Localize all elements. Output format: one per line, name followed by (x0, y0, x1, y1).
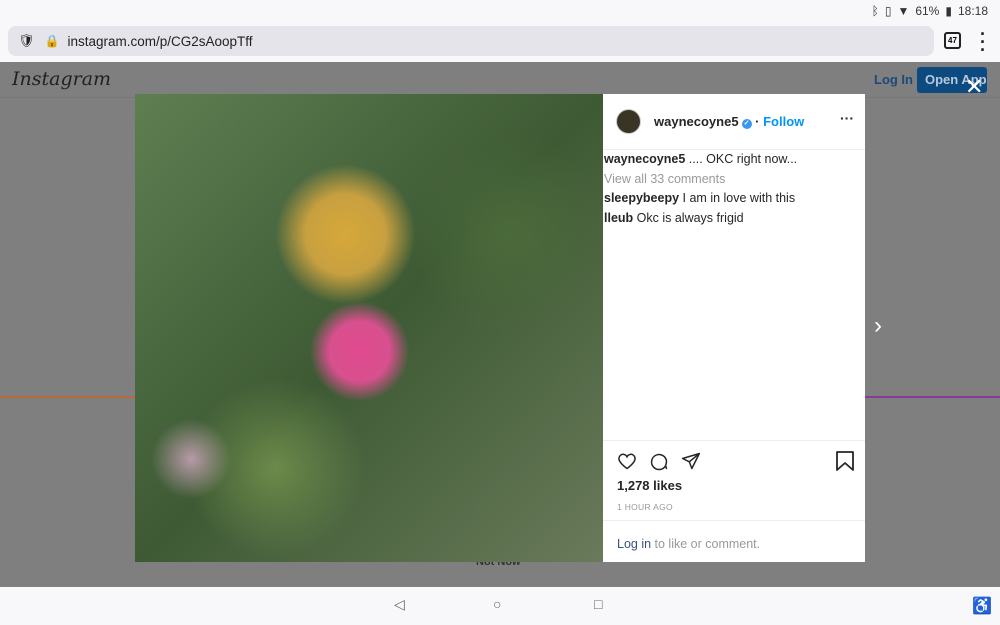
bookmark-icon[interactable] (836, 451, 854, 471)
comment-icon[interactable] (649, 451, 669, 471)
heart-icon[interactable] (617, 451, 637, 471)
instagram-logo[interactable]: Instagram (12, 68, 111, 90)
divider (865, 396, 1000, 398)
divider (0, 396, 135, 398)
back-icon[interactable]: ◁ (394, 596, 405, 613)
view-all-comments-link[interactable]: View all 33 comments (604, 170, 865, 190)
tab-count-button[interactable]: 47 (944, 32, 961, 49)
more-options-icon[interactable]: ··· (840, 110, 854, 126)
post-panel: waynecoyne5 ✓ · Follow ··· waynecoyne5 ..… (603, 94, 865, 562)
share-icon[interactable] (681, 451, 701, 471)
bluetooth-icon: ᛒ (871, 4, 879, 18)
accessibility-icon[interactable]: ♿ (972, 596, 992, 616)
comment: lleub Okc is always frigid (604, 210, 744, 225)
url-text[interactable]: instagram.com/p/CG2sAoopTff (67, 34, 252, 49)
like-count: 1,278 likes (617, 478, 683, 493)
address-bar[interactable]: 🛡 🔒 instagram.com/p/CG2sAoopTff (8, 26, 934, 56)
post-header: waynecoyne5 ✓ · Follow ··· (603, 94, 865, 150)
home-icon[interactable]: ○ (493, 596, 501, 612)
next-arrow-icon[interactable]: › (874, 312, 882, 340)
clock: 18:18 (957, 4, 988, 18)
caption: waynecoyne5 .... OKC right now... (604, 152, 798, 166)
follow-button[interactable]: Follow (763, 114, 804, 129)
post-photo (135, 94, 603, 562)
login-prompt: Log in to like or comment. (603, 520, 865, 567)
login-link[interactable]: Log in (617, 537, 651, 551)
lock-icon: 🔒 (44, 34, 60, 48)
wifi-icon: ▼ (897, 4, 910, 18)
battery-percent: 61% (915, 4, 940, 18)
android-nav-bar: ◁ ○ □ ♿ (0, 587, 1000, 625)
verified-icon: ✓ (741, 119, 752, 129)
post-time: 1 HOUR AGO (617, 502, 673, 512)
shield-icon[interactable]: 🛡 (18, 33, 35, 49)
comment: sleepybeepy I am in love with this (604, 191, 796, 205)
more-menu-icon[interactable]: · · · (980, 25, 986, 59)
close-icon[interactable]: ✕ (965, 74, 983, 100)
browser-toolbar: 🛡 🔒 instagram.com/p/CG2sAoopTff 47 · · · (0, 22, 1000, 62)
avatar[interactable] (616, 109, 641, 134)
recents-icon[interactable]: □ (594, 596, 602, 612)
battery-icon: ▮ (945, 4, 952, 18)
vibrate-icon: ▯ (884, 4, 892, 18)
instagram-header: Instagram Log In Open App (0, 62, 1000, 98)
comments-list: waynecoyne5 .... OKC right now... View a… (603, 150, 865, 228)
status-bar: ᛒ ▯ ▼ 61% ▮ 18:18 (0, 0, 1000, 22)
post-actions: 1,278 likes 1 HOUR AGO Log in to like or… (603, 440, 865, 562)
username[interactable]: waynecoyne5 (654, 114, 739, 129)
login-link[interactable]: Log In (874, 72, 913, 87)
